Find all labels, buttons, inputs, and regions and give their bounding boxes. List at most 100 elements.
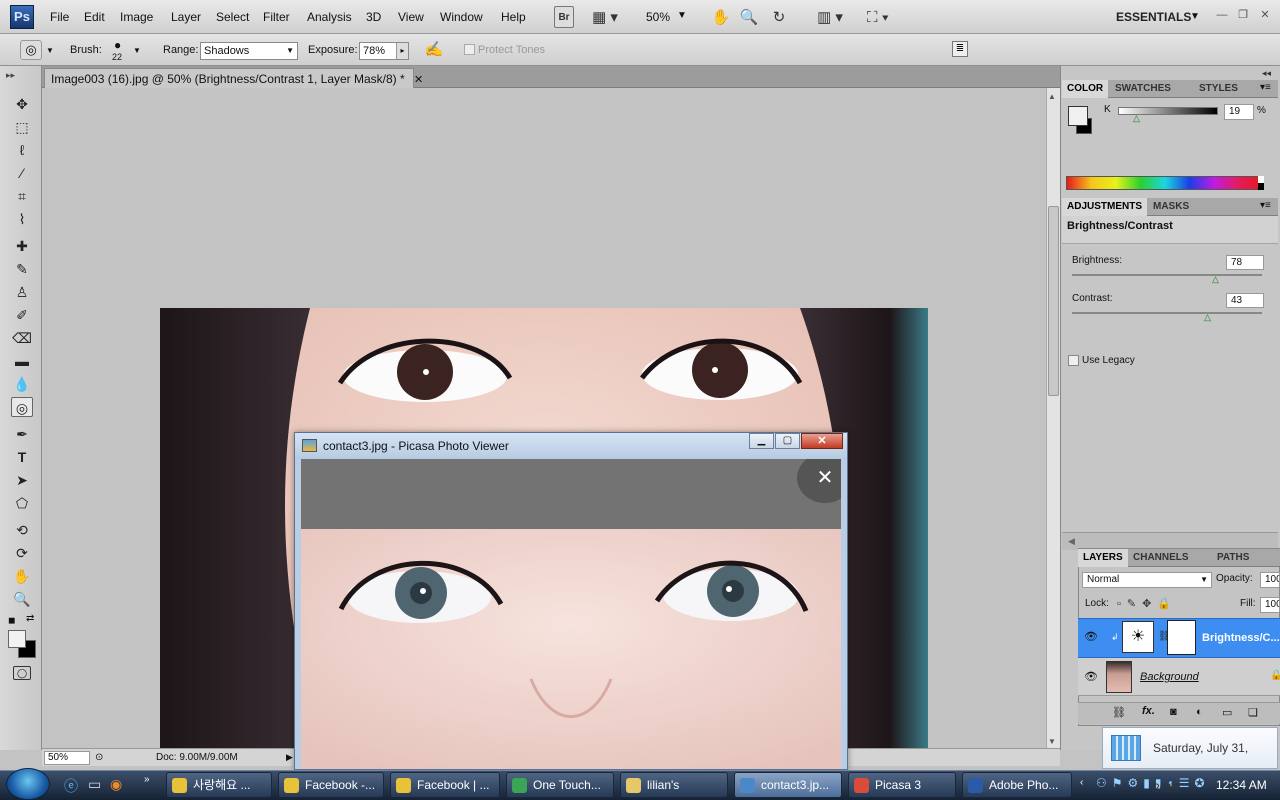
link-layers-icon[interactable]: ⛓	[1112, 706, 1126, 719]
fill-field[interactable]: 100	[1260, 597, 1280, 613]
restore-icon[interactable]: ❐	[1235, 8, 1251, 22]
zoom-tool-icon[interactable]: 🔍	[11, 589, 33, 609]
opacity-field[interactable]: 100	[1260, 572, 1280, 588]
menu-image[interactable]: Image	[120, 10, 153, 24]
marquee-tool-icon[interactable]: ⬚	[11, 117, 33, 137]
zoom-level-dropdown[interactable]: 50%	[646, 10, 670, 24]
new-layer-icon[interactable]: ❏	[1248, 706, 1258, 719]
tab-swatches[interactable]: SWATCHES	[1110, 80, 1176, 98]
status-info-icon[interactable]: ⊙	[95, 752, 103, 763]
use-legacy-checkbox[interactable]	[1068, 355, 1079, 366]
taskbar-item-chrome-3[interactable]: Facebook | ...	[390, 772, 500, 798]
background-layer-thumbnail[interactable]	[1106, 661, 1132, 693]
range-select[interactable]: Shadows ▼	[200, 42, 298, 60]
arrange-documents-icon[interactable]: ▥ ▾	[812, 6, 848, 28]
crop-tool-icon[interactable]: ⌗	[11, 186, 33, 206]
view-extras-icon[interactable]: ▦ ▾	[590, 6, 620, 28]
taskbar-item-folder[interactable]: lilian's	[620, 772, 728, 798]
picasa-window[interactable]: contact3.jpg - Picasa Photo Viewer ▁ ▢ ✕…	[294, 432, 848, 770]
back-arrow-icon[interactable]: ◀	[1068, 536, 1075, 547]
menu-3d[interactable]: 3D	[366, 10, 381, 24]
status-zoom-field[interactable]: 50%	[44, 751, 90, 765]
layer-mask-thumbnail[interactable]	[1167, 620, 1196, 655]
move-tool-icon[interactable]: ✥	[11, 94, 33, 114]
quick-launch-overflow-icon[interactable]: »	[144, 774, 150, 785]
color-spectrum-ramp[interactable]	[1066, 176, 1264, 190]
contrast-slider-thumb-icon[interactable]: △	[1204, 312, 1211, 323]
sponge-tool-preset-icon[interactable]: ◎	[20, 40, 42, 60]
minimize-icon[interactable]: ▁	[749, 433, 774, 449]
contrast-field[interactable]: 43	[1226, 293, 1264, 308]
panel-menu-icon[interactable]: ▾≡	[1260, 82, 1271, 93]
menu-file[interactable]: File	[50, 10, 69, 24]
eraser-tool-icon[interactable]: ⌫	[11, 328, 33, 348]
maximize-icon[interactable]: ▢	[775, 433, 800, 449]
vertical-scrollbar[interactable]: ▲ ▼	[1046, 88, 1060, 748]
quick-select-tool-icon[interactable]: ⁄	[11, 163, 33, 183]
slider-thumb-icon[interactable]: △	[1133, 113, 1140, 124]
brush-tool-icon[interactable]: ✎	[11, 259, 33, 279]
tab-color[interactable]: COLOR	[1062, 80, 1109, 98]
taskbar-item-photoshop[interactable]: Adobe Pho...	[962, 772, 1072, 798]
visibility-eye-icon[interactable]: 👁	[1084, 670, 1098, 683]
close-icon[interactable]: ✕	[801, 433, 843, 449]
new-group-icon[interactable]: ▭	[1222, 706, 1232, 719]
expand-panel-icon[interactable]: ▸▸	[6, 70, 15, 81]
menu-filter[interactable]: Filter	[263, 10, 290, 24]
3d-orbit-tool-icon[interactable]: ⟳	[11, 543, 33, 563]
tab-masks[interactable]: MASKS	[1148, 198, 1194, 216]
rotate-view-icon[interactable]: ↻	[768, 6, 790, 28]
menu-help[interactable]: Help	[501, 10, 526, 24]
brightness-slider-thumb-icon[interactable]: △	[1212, 274, 1219, 285]
healing-brush-tool-icon[interactable]: ✚	[11, 236, 33, 256]
black-white-ramp[interactable]	[1258, 176, 1264, 190]
exposure-field[interactable]: 78% ▸	[359, 42, 409, 60]
add-mask-icon[interactable]: ◙	[1170, 706, 1177, 718]
tab-styles[interactable]: STYLES	[1194, 80, 1243, 98]
scroll-up-icon[interactable]: ▲	[1048, 92, 1056, 101]
foreground-swatch[interactable]	[1068, 106, 1088, 126]
gradient-tool-icon[interactable]: ▬	[11, 351, 33, 371]
tab-adjustments[interactable]: ADJUSTMENTS	[1062, 198, 1148, 216]
panel-menu-icon[interactable]: ▾≡	[1260, 200, 1271, 211]
layer-style-icon[interactable]: fx.	[1142, 705, 1155, 717]
new-adjustment-icon[interactable]: ◐	[1196, 706, 1203, 718]
chevron-down-icon[interactable]: ▼	[46, 46, 54, 55]
tab-layers[interactable]: LAYERS	[1078, 549, 1128, 567]
shape-tool-icon[interactable]: ⬠	[11, 493, 33, 513]
lock-icons[interactable]: ▫✎✥🔒	[1117, 597, 1177, 610]
workspace-switcher[interactable]: ESSENTIALS	[1116, 10, 1191, 24]
blend-mode-select[interactable]: Normal ▼	[1082, 572, 1212, 588]
close-icon[interactable]: ✕	[1257, 8, 1273, 22]
show-desktop-icon[interactable]: ▭	[88, 776, 101, 793]
adjustment-layer-thumbnail[interactable]: ☀	[1122, 621, 1154, 653]
start-button[interactable]	[6, 768, 50, 800]
hand-tool-icon[interactable]: ✋	[710, 6, 732, 28]
tab-paths[interactable]: PATHS	[1212, 549, 1254, 567]
blur-tool-icon[interactable]: 💧	[11, 374, 33, 394]
status-menu-arrow-icon[interactable]: ▶	[286, 752, 293, 763]
brightness-slider-track[interactable]	[1072, 274, 1262, 276]
layer-name[interactable]: Brightness/C...	[1202, 632, 1280, 644]
taskbar-item-chrome-2[interactable]: Facebook -...	[278, 772, 384, 798]
menu-window[interactable]: Window	[440, 10, 483, 24]
brush-preview-icon[interactable]: ●	[114, 38, 121, 52]
chevron-down-icon[interactable]: ▼	[677, 10, 687, 21]
taskbar-item-onetouch[interactable]: One Touch...	[506, 772, 614, 798]
taskbar-item-picasa[interactable]: Picasa 3	[848, 772, 956, 798]
firefox-icon[interactable]: ◉	[110, 776, 122, 793]
type-tool-icon[interactable]: T	[11, 447, 33, 467]
visibility-eye-icon[interactable]: 👁	[1084, 630, 1098, 643]
sponge-tool-icon[interactable]: ◎	[11, 397, 33, 417]
foreground-color-swatch[interactable]	[8, 630, 26, 648]
eyedropper-tool-icon[interactable]: ⌇	[11, 209, 33, 229]
menu-layer[interactable]: Layer	[171, 10, 201, 24]
close-tab-icon[interactable]: ✕	[414, 74, 423, 86]
document-tab[interactable]: Image003 (16).jpg @ 50% (Brightness/Cont…	[44, 68, 423, 88]
clone-stamp-tool-icon[interactable]: ♙	[11, 282, 33, 302]
pen-tool-icon[interactable]: ✒	[11, 424, 33, 444]
taskbar-item-picasa-viewer[interactable]: contact3.jp...	[734, 772, 842, 798]
brightness-field[interactable]: 78	[1226, 255, 1264, 270]
layer-name[interactable]: Background	[1140, 671, 1199, 683]
chevron-down-icon[interactable]: ▼	[133, 46, 141, 55]
